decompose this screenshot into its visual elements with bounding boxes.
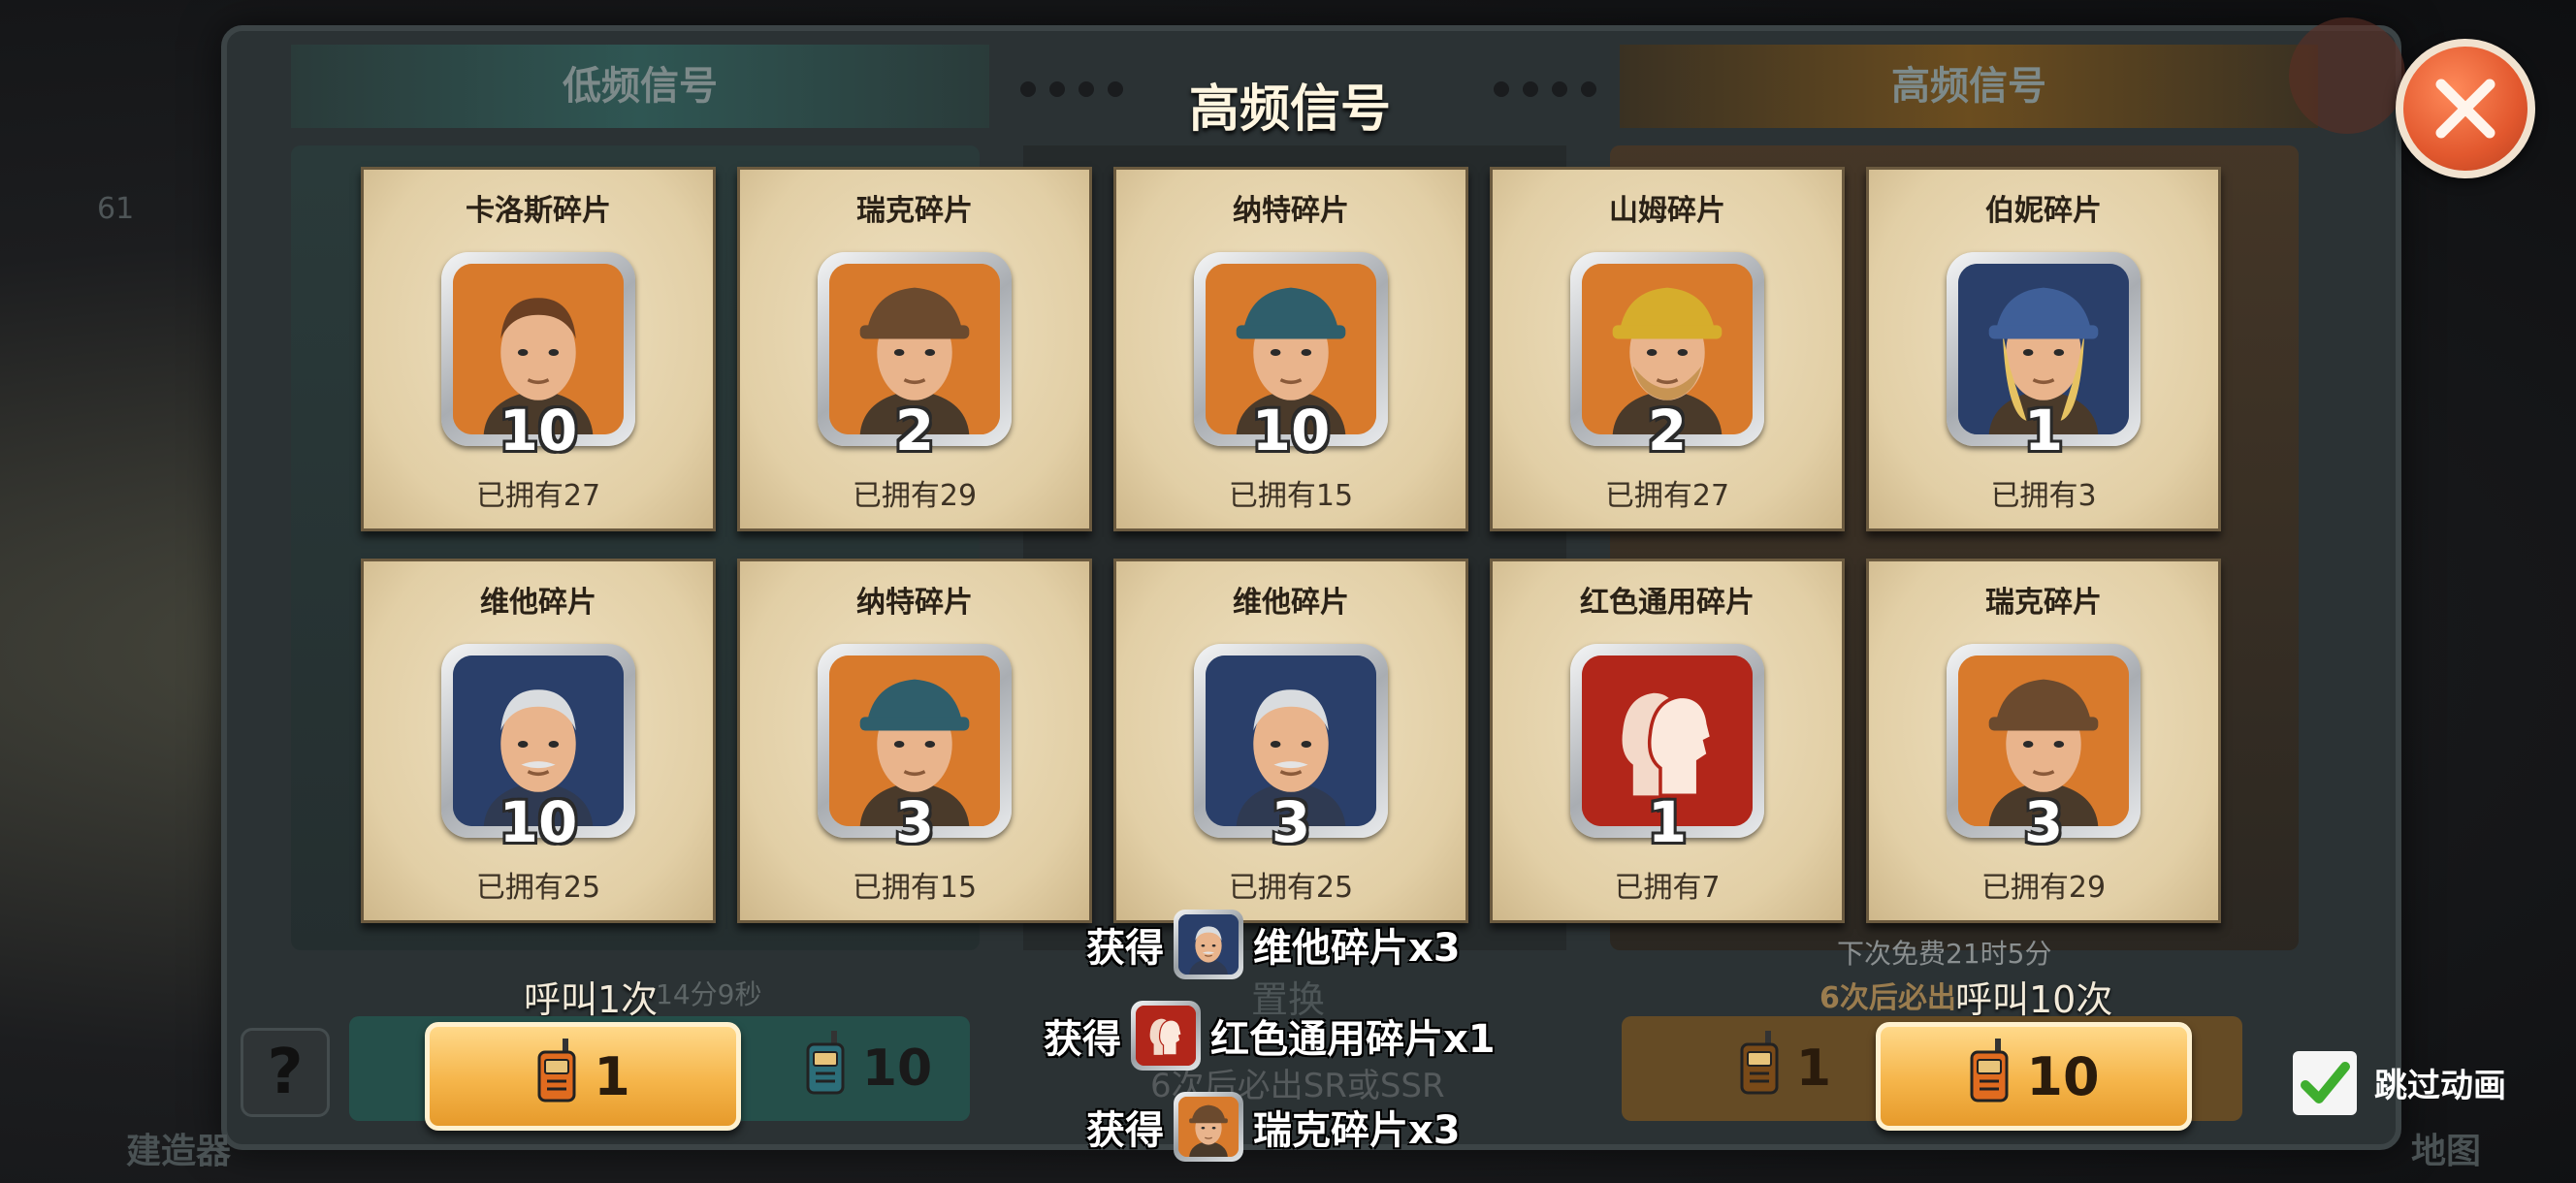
owned-count: 已拥有15	[1228, 479, 1354, 513]
call-ten-button[interactable]: 10	[1876, 1022, 2192, 1131]
skip-animation-checkbox[interactable]	[2293, 1051, 2357, 1115]
reward-text: 瑞克碎片x3	[1253, 1108, 1461, 1153]
reward-prefix: 获得	[1086, 926, 1164, 971]
owned-count: 已拥有25	[1228, 871, 1354, 905]
card-name: 瑞克碎片	[856, 194, 973, 228]
level-badge: 61	[97, 192, 135, 226]
shard-card[interactable]: 维他碎片 10 已拥有25	[361, 559, 716, 923]
shard-count: 2	[894, 398, 935, 464]
portrait-frame: 2	[1570, 252, 1764, 464]
shard-card[interactable]: 维他碎片 3 已拥有25	[1113, 559, 1468, 923]
owned-count: 已拥有25	[475, 871, 601, 905]
high-call-once-dim-button[interactable]: 1	[1697, 1016, 1872, 1121]
shard-card[interactable]: 山姆碎片 2 已拥有27	[1490, 167, 1845, 531]
low-call-ten-button[interactable]: 10	[766, 1016, 970, 1121]
universal-shard-icon	[1131, 1001, 1201, 1071]
shard-count: 3	[894, 789, 935, 855]
reward-line-1: 获得 维他碎片x3	[1086, 910, 1461, 979]
card-name: 纳特碎片	[1233, 194, 1349, 228]
card-name: 维他碎片	[480, 586, 596, 620]
close-button[interactable]	[2396, 39, 2535, 178]
cost-value: 10	[2026, 1045, 2100, 1107]
skip-animation-label[interactable]: 跳过动画	[2374, 1059, 2506, 1106]
owned-count: 已拥有27	[1604, 479, 1730, 513]
portrait-frame: 1	[1570, 644, 1764, 855]
reward-prefix: 获得	[1086, 1108, 1164, 1153]
background-close-button	[2289, 17, 2405, 134]
cost-value: 10	[861, 1039, 933, 1098]
reward-prefix: 获得	[1044, 1017, 1121, 1062]
portrait-frame: 3	[1947, 644, 2141, 855]
tab-low-frequency[interactable]: 低频信号	[291, 45, 989, 128]
shard-count: 10	[1251, 398, 1331, 464]
reward-text: 维他碎片x3	[1253, 926, 1461, 971]
shard-card[interactable]: 红色通用碎片 1 已拥有7	[1490, 559, 1845, 923]
shard-card[interactable]: 伯妮碎片 1 已拥有3	[1866, 167, 2221, 531]
card-name: 红色通用碎片	[1580, 586, 1755, 620]
tab-high-frequency[interactable]: 高频信号	[1620, 45, 2318, 128]
page-title: 高频信号	[1188, 80, 1391, 139]
owned-count: 已拥有15	[852, 871, 978, 905]
shard-count: 10	[499, 789, 578, 855]
shard-count: 1	[1647, 789, 1688, 855]
owned-count: 已拥有7	[1614, 871, 1721, 905]
portrait-frame: 3	[818, 644, 1012, 855]
portrait-frame: 10	[441, 644, 635, 855]
card-name: 纳特碎片	[856, 586, 973, 620]
reward-line-2: 获得 红色通用碎片x1	[1044, 1001, 1496, 1071]
map-label: 地图	[2411, 1132, 2482, 1171]
portrait-frame: 2	[818, 252, 1012, 464]
card-name: 瑞克碎片	[1985, 586, 2102, 620]
shard-card[interactable]: 纳特碎片 10 已拥有15	[1113, 167, 1468, 531]
reward-text: 红色通用碎片x1	[1210, 1017, 1496, 1062]
builder-label: 建造器	[126, 1132, 232, 1171]
portrait-frame: 3	[1194, 644, 1388, 855]
help-button[interactable]: ?	[241, 1028, 330, 1117]
vita-portrait-icon	[1174, 910, 1243, 979]
left-timer: 14分9秒	[656, 978, 762, 1010]
walkie-talkie-icon	[804, 1030, 847, 1107]
card-name: 卡洛斯碎片	[466, 194, 611, 228]
portrait-frame: 1	[1947, 252, 2141, 464]
cost-value: 1	[594, 1045, 630, 1107]
walkie-talkie-icon	[1738, 1030, 1781, 1107]
owned-count: 已拥有29	[1980, 871, 2107, 905]
walkie-talkie-icon	[535, 1038, 578, 1115]
card-name: 维他碎片	[1233, 586, 1349, 620]
owned-count: 已拥有3	[1990, 479, 2097, 513]
title-dots-right	[1494, 81, 1596, 97]
call-once-label: 呼叫1次	[524, 978, 659, 1021]
guarantee-hint: 6次后必出	[1819, 981, 1956, 1015]
card-name: 伯妮碎片	[1985, 194, 2102, 228]
shard-card[interactable]: 瑞克碎片 2 已拥有29	[737, 167, 1092, 531]
card-name: 山姆碎片	[1609, 194, 1725, 228]
portrait-frame: 10	[441, 252, 635, 464]
shard-count: 1	[2023, 398, 2064, 464]
shard-count: 2	[1647, 398, 1688, 464]
call-ten-label: 呼叫10次	[1955, 978, 2113, 1021]
call-once-button[interactable]: 1	[425, 1022, 741, 1131]
owned-count: 已拥有27	[475, 479, 601, 513]
shard-card[interactable]: 纳特碎片 3 已拥有15	[737, 559, 1092, 923]
walkie-talkie-icon	[1968, 1038, 2011, 1115]
shard-card[interactable]: 瑞克碎片 3 已拥有29	[1866, 559, 2221, 923]
rick-portrait-icon	[1174, 1092, 1243, 1162]
checkmark-icon	[2301, 1062, 2350, 1103]
cost-value: 1	[1795, 1039, 1832, 1098]
reward-card-grid: 卡洛斯碎片 10 已拥有27 瑞克碎片 2 已拥有29 纳特碎片 10 已拥有15 山姆碎片 2 已拥…	[361, 167, 2223, 923]
shard-count: 3	[1271, 789, 1311, 855]
shard-card[interactable]: 卡洛斯碎片 10 已拥有27	[361, 167, 716, 531]
portrait-frame: 10	[1194, 252, 1388, 464]
shard-count: 3	[2023, 789, 2064, 855]
owned-count: 已拥有29	[852, 479, 978, 513]
free-timer: 下次免费21时5分	[1837, 938, 2052, 970]
reward-line-3: 获得 瑞克碎片x3	[1086, 1092, 1461, 1162]
shard-count: 10	[499, 398, 578, 464]
close-icon	[2435, 79, 2496, 139]
